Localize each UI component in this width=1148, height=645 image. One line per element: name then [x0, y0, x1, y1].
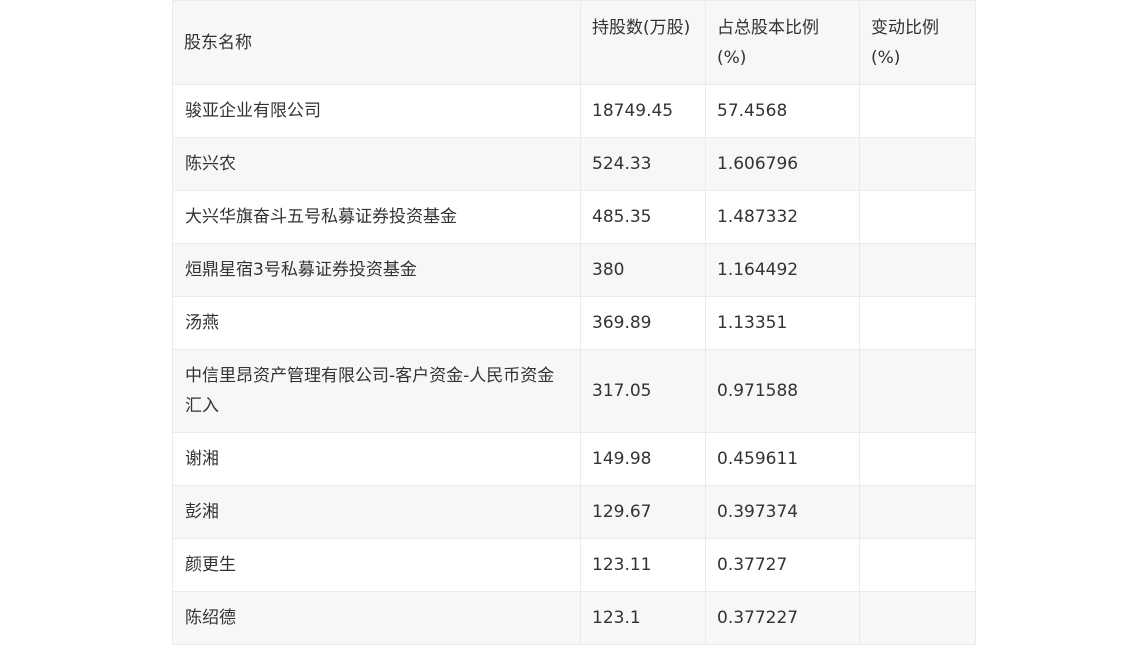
cell-share-ratio: 1.13351 [705, 296, 860, 350]
table-row: 颜更生 123.11 0.37727 [172, 538, 976, 592]
cell-shareholder-name: 中信里昂资产管理有限公司-客户资金-人民币资金汇入 [172, 349, 581, 433]
table-row: 陈绍德 123.1 0.377227 [172, 591, 976, 645]
header-share-ratio: 占总股本比例(%) [705, 0, 860, 85]
cell-share-ratio: 0.459611 [705, 432, 860, 486]
table-body: 骏亚企业有限公司 18749.45 57.4568 陈兴农 524.33 1.6… [172, 84, 976, 645]
cell-shareholder-name: 大兴华旗奋斗五号私募证券投资基金 [172, 190, 581, 244]
shareholder-table-container: 股东名称 持股数(万股) 占总股本比例(%) 变动比例(%) 骏亚企业有限公司 … [172, 0, 976, 645]
cell-share-ratio: 57.4568 [705, 84, 860, 138]
cell-shares-held: 123.11 [580, 538, 706, 592]
cell-shareholder-name: 陈兴农 [172, 137, 581, 191]
cell-share-ratio: 0.37727 [705, 538, 860, 592]
shareholder-table: 股东名称 持股数(万股) 占总股本比例(%) 变动比例(%) 骏亚企业有限公司 … [172, 0, 976, 645]
table-row: 骏亚企业有限公司 18749.45 57.4568 [172, 84, 976, 138]
header-shareholder-name: 股东名称 [172, 0, 581, 85]
cell-shares-held: 129.67 [580, 485, 706, 539]
cell-change-ratio [859, 296, 976, 350]
cell-shares-held: 149.98 [580, 432, 706, 486]
cell-shares-held: 123.1 [580, 591, 706, 645]
cell-change-ratio [859, 432, 976, 486]
cell-shares-held: 369.89 [580, 296, 706, 350]
cell-change-ratio [859, 243, 976, 297]
cell-change-ratio [859, 485, 976, 539]
cell-shareholder-name: 烜鼎星宿3号私募证券投资基金 [172, 243, 581, 297]
header-change-ratio: 变动比例(%) [859, 0, 976, 85]
cell-share-ratio: 0.397374 [705, 485, 860, 539]
cell-shares-held: 18749.45 [580, 84, 706, 138]
cell-change-ratio [859, 538, 976, 592]
cell-change-ratio [859, 190, 976, 244]
table-row: 谢湘 149.98 0.459611 [172, 432, 976, 486]
cell-share-ratio: 0.377227 [705, 591, 860, 645]
table-header: 股东名称 持股数(万股) 占总股本比例(%) 变动比例(%) [172, 0, 976, 85]
table-row: 汤燕 369.89 1.13351 [172, 296, 976, 350]
cell-shareholder-name: 颜更生 [172, 538, 581, 592]
cell-shareholder-name: 谢湘 [172, 432, 581, 486]
cell-change-ratio [859, 84, 976, 138]
cell-share-ratio: 0.971588 [705, 349, 860, 433]
cell-change-ratio [859, 137, 976, 191]
table-row: 大兴华旗奋斗五号私募证券投资基金 485.35 1.487332 [172, 190, 976, 244]
cell-change-ratio [859, 349, 976, 433]
cell-shares-held: 317.05 [580, 349, 706, 433]
cell-share-ratio: 1.487332 [705, 190, 860, 244]
cell-shareholder-name: 汤燕 [172, 296, 581, 350]
header-row: 股东名称 持股数(万股) 占总股本比例(%) 变动比例(%) [172, 0, 976, 85]
table-row: 烜鼎星宿3号私募证券投资基金 380 1.164492 [172, 243, 976, 297]
table-row: 中信里昂资产管理有限公司-客户资金-人民币资金汇入 317.05 0.97158… [172, 349, 976, 433]
cell-shares-held: 524.33 [580, 137, 706, 191]
cell-shareholder-name: 陈绍德 [172, 591, 581, 645]
cell-shares-held: 485.35 [580, 190, 706, 244]
header-shares-held: 持股数(万股) [580, 0, 706, 85]
cell-change-ratio [859, 591, 976, 645]
cell-shares-held: 380 [580, 243, 706, 297]
cell-shareholder-name: 彭湘 [172, 485, 581, 539]
table-row: 彭湘 129.67 0.397374 [172, 485, 976, 539]
table-row: 陈兴农 524.33 1.606796 [172, 137, 976, 191]
cell-share-ratio: 1.164492 [705, 243, 860, 297]
cell-share-ratio: 1.606796 [705, 137, 860, 191]
cell-shareholder-name: 骏亚企业有限公司 [172, 84, 581, 138]
